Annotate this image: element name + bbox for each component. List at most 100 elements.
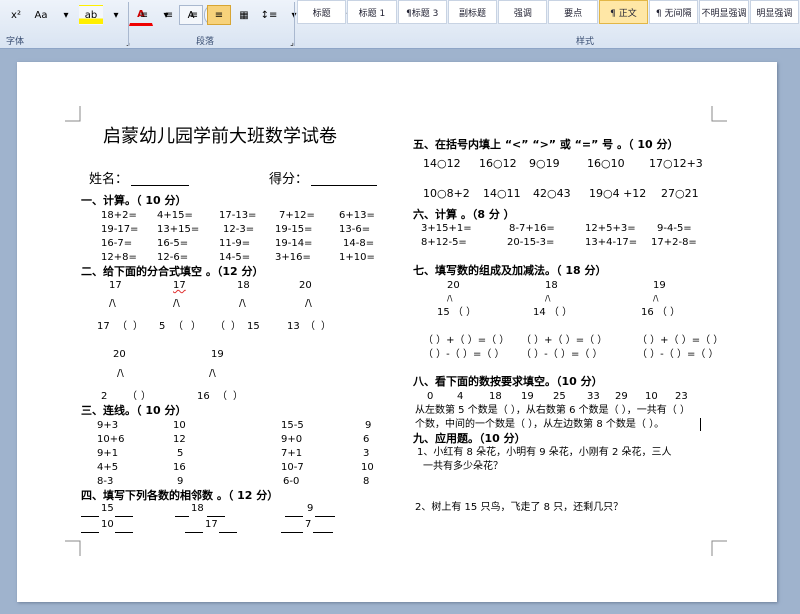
paren[interactable]: ） bbox=[233, 391, 243, 403]
expr[interactable]: 9+1 bbox=[97, 448, 118, 460]
document-page[interactable]: 启蒙幼儿园学前大班数学试卷 姓名： 得分： 一、计算。（ 10 分） 18+2=… bbox=[17, 62, 777, 602]
style-subtle-emphasis[interactable]: 不明显强调 bbox=[699, 0, 749, 24]
expr[interactable]: 6-0 bbox=[283, 476, 299, 488]
superscript-button[interactable]: x² bbox=[4, 5, 28, 25]
blank[interactable] bbox=[281, 519, 303, 533]
style-heading-3[interactable]: ¶标题 3 bbox=[397, 0, 447, 24]
compare-item[interactable]: 19○4 +12 bbox=[589, 188, 646, 200]
distributed-icon[interactable]: ▦ bbox=[232, 5, 256, 25]
blank[interactable] bbox=[285, 503, 303, 517]
part-row[interactable]: 14 （ ） bbox=[533, 307, 572, 319]
style-strong[interactable]: 要点 bbox=[548, 0, 598, 24]
style-heading-1[interactable]: 标题 1 bbox=[347, 0, 397, 24]
part-row[interactable]: 15 （ ） bbox=[437, 307, 476, 319]
value[interactable]: 10 bbox=[361, 462, 374, 474]
equation[interactable]: （ ）+（ ）=（ ） bbox=[521, 335, 607, 347]
value[interactable]: 16 bbox=[173, 462, 186, 474]
equation[interactable]: （ ）-（ ）=（ ） bbox=[423, 349, 505, 361]
blank[interactable] bbox=[81, 503, 99, 517]
blank[interactable] bbox=[81, 519, 99, 533]
chevron-down-icon[interactable]: ▾ bbox=[54, 5, 78, 25]
expr[interactable]: 4+5 bbox=[97, 462, 118, 474]
blank[interactable] bbox=[175, 503, 189, 517]
problem: 12-3= bbox=[223, 224, 255, 235]
problem: 19-14= bbox=[275, 238, 313, 249]
paren[interactable]: （ bbox=[215, 321, 225, 333]
chevron-down-icon[interactable]: ▾ bbox=[104, 5, 128, 25]
expr[interactable]: 8-3 bbox=[97, 476, 113, 488]
paren[interactable]: （ bbox=[305, 321, 315, 333]
split-mark: /\ bbox=[117, 368, 124, 379]
paren[interactable]: ） bbox=[141, 391, 151, 403]
compare-item[interactable]: 16○10 bbox=[587, 158, 625, 170]
blank[interactable] bbox=[115, 503, 133, 517]
style-normal[interactable]: ¶ 正文 bbox=[598, 0, 649, 24]
value[interactable]: 5 bbox=[177, 448, 183, 460]
highlight-button[interactable]: ab bbox=[79, 5, 103, 25]
value[interactable]: 6 bbox=[363, 434, 369, 446]
paren[interactable]: ） bbox=[133, 321, 143, 333]
expr[interactable]: 9+0 bbox=[281, 434, 302, 446]
compare-item[interactable]: 14○11 bbox=[483, 188, 521, 200]
style-heading[interactable]: 标题 bbox=[297, 0, 347, 24]
compare-item[interactable]: 27○21 bbox=[661, 188, 699, 200]
equation[interactable]: （ ）+（ ）=（ ） bbox=[637, 335, 723, 347]
compare-item[interactable]: 17○12+3 bbox=[649, 158, 703, 170]
expr[interactable]: 10-7 bbox=[281, 462, 304, 474]
score-blank[interactable] bbox=[311, 172, 377, 186]
align-left-icon[interactable]: ≡ bbox=[132, 5, 156, 25]
value[interactable]: 8 bbox=[363, 476, 369, 488]
align-right-icon[interactable]: ≡ bbox=[182, 5, 206, 25]
paren[interactable]: （ bbox=[173, 321, 183, 333]
section-heading: 六、计算 。（8 分 ） bbox=[413, 208, 515, 221]
paren[interactable]: （ bbox=[217, 391, 227, 403]
expr[interactable]: 10+6 bbox=[97, 434, 124, 446]
blank[interactable] bbox=[315, 503, 335, 517]
compare-item[interactable]: 42○43 bbox=[533, 188, 571, 200]
expr[interactable]: 7+1 bbox=[281, 448, 302, 460]
style-no-spacing[interactable]: ¶ 无间隔 bbox=[649, 0, 699, 24]
blank[interactable] bbox=[207, 503, 225, 517]
problem: 19-17= bbox=[101, 224, 139, 235]
paren[interactable]: （ bbox=[127, 391, 137, 403]
value[interactable]: 3 bbox=[363, 448, 369, 460]
blank[interactable] bbox=[115, 519, 133, 533]
problem: 14-8= bbox=[343, 238, 375, 249]
equation[interactable]: （ ）-（ ）=（ ） bbox=[637, 349, 719, 361]
name-blank[interactable] bbox=[131, 172, 189, 186]
align-center-icon[interactable]: ≡ bbox=[157, 5, 181, 25]
change-case-button[interactable]: Aa bbox=[29, 5, 53, 25]
compare-item[interactable]: 10○8+2 bbox=[423, 188, 470, 200]
blank[interactable] bbox=[185, 519, 203, 533]
blank[interactable] bbox=[313, 519, 333, 533]
name-label: 姓名： bbox=[89, 172, 129, 187]
crop-mark-icon bbox=[711, 106, 727, 122]
part-row[interactable]: 16 （ ） bbox=[641, 307, 680, 319]
question-text: 2、树上有 15 只鸟，飞走了 8 只，还剩几只？ bbox=[415, 502, 624, 513]
line-spacing-icon[interactable]: ↕≡ bbox=[257, 5, 281, 25]
section-heading: 三、连线。（ 10 分） bbox=[81, 404, 187, 417]
blank[interactable] bbox=[219, 519, 237, 533]
justify-icon[interactable]: ≡ bbox=[207, 5, 231, 25]
expr[interactable]: 9+3 bbox=[97, 420, 118, 432]
compare-item[interactable]: 9○19 bbox=[529, 158, 560, 170]
expr[interactable]: 15-5 bbox=[281, 420, 304, 432]
style-intense-emphasis[interactable]: 明显强调 bbox=[749, 0, 799, 24]
paren[interactable]: ） bbox=[191, 321, 201, 333]
value[interactable]: 9 bbox=[365, 420, 371, 432]
compare-item[interactable]: 14○12 bbox=[423, 158, 461, 170]
compare-item[interactable]: 16○12 bbox=[479, 158, 517, 170]
equation[interactable]: （ ）-（ ）=（ ） bbox=[521, 349, 603, 361]
value[interactable]: 10 bbox=[173, 420, 186, 432]
paren[interactable]: （ bbox=[117, 321, 127, 333]
dialog-launcher-icon[interactable]: ⌟ bbox=[280, 32, 304, 52]
number: 29 bbox=[615, 391, 628, 402]
paren[interactable]: ） bbox=[231, 321, 241, 333]
split-mark: /\ bbox=[173, 298, 180, 309]
paren[interactable]: ） bbox=[321, 321, 331, 333]
style-emphasis[interactable]: 强调 bbox=[498, 0, 548, 24]
equation[interactable]: （ ）+（ ）=（ ） bbox=[423, 335, 509, 347]
value[interactable]: 9 bbox=[177, 476, 183, 488]
style-subtitle[interactable]: 副标题 bbox=[447, 0, 498, 24]
value[interactable]: 12 bbox=[173, 434, 186, 446]
